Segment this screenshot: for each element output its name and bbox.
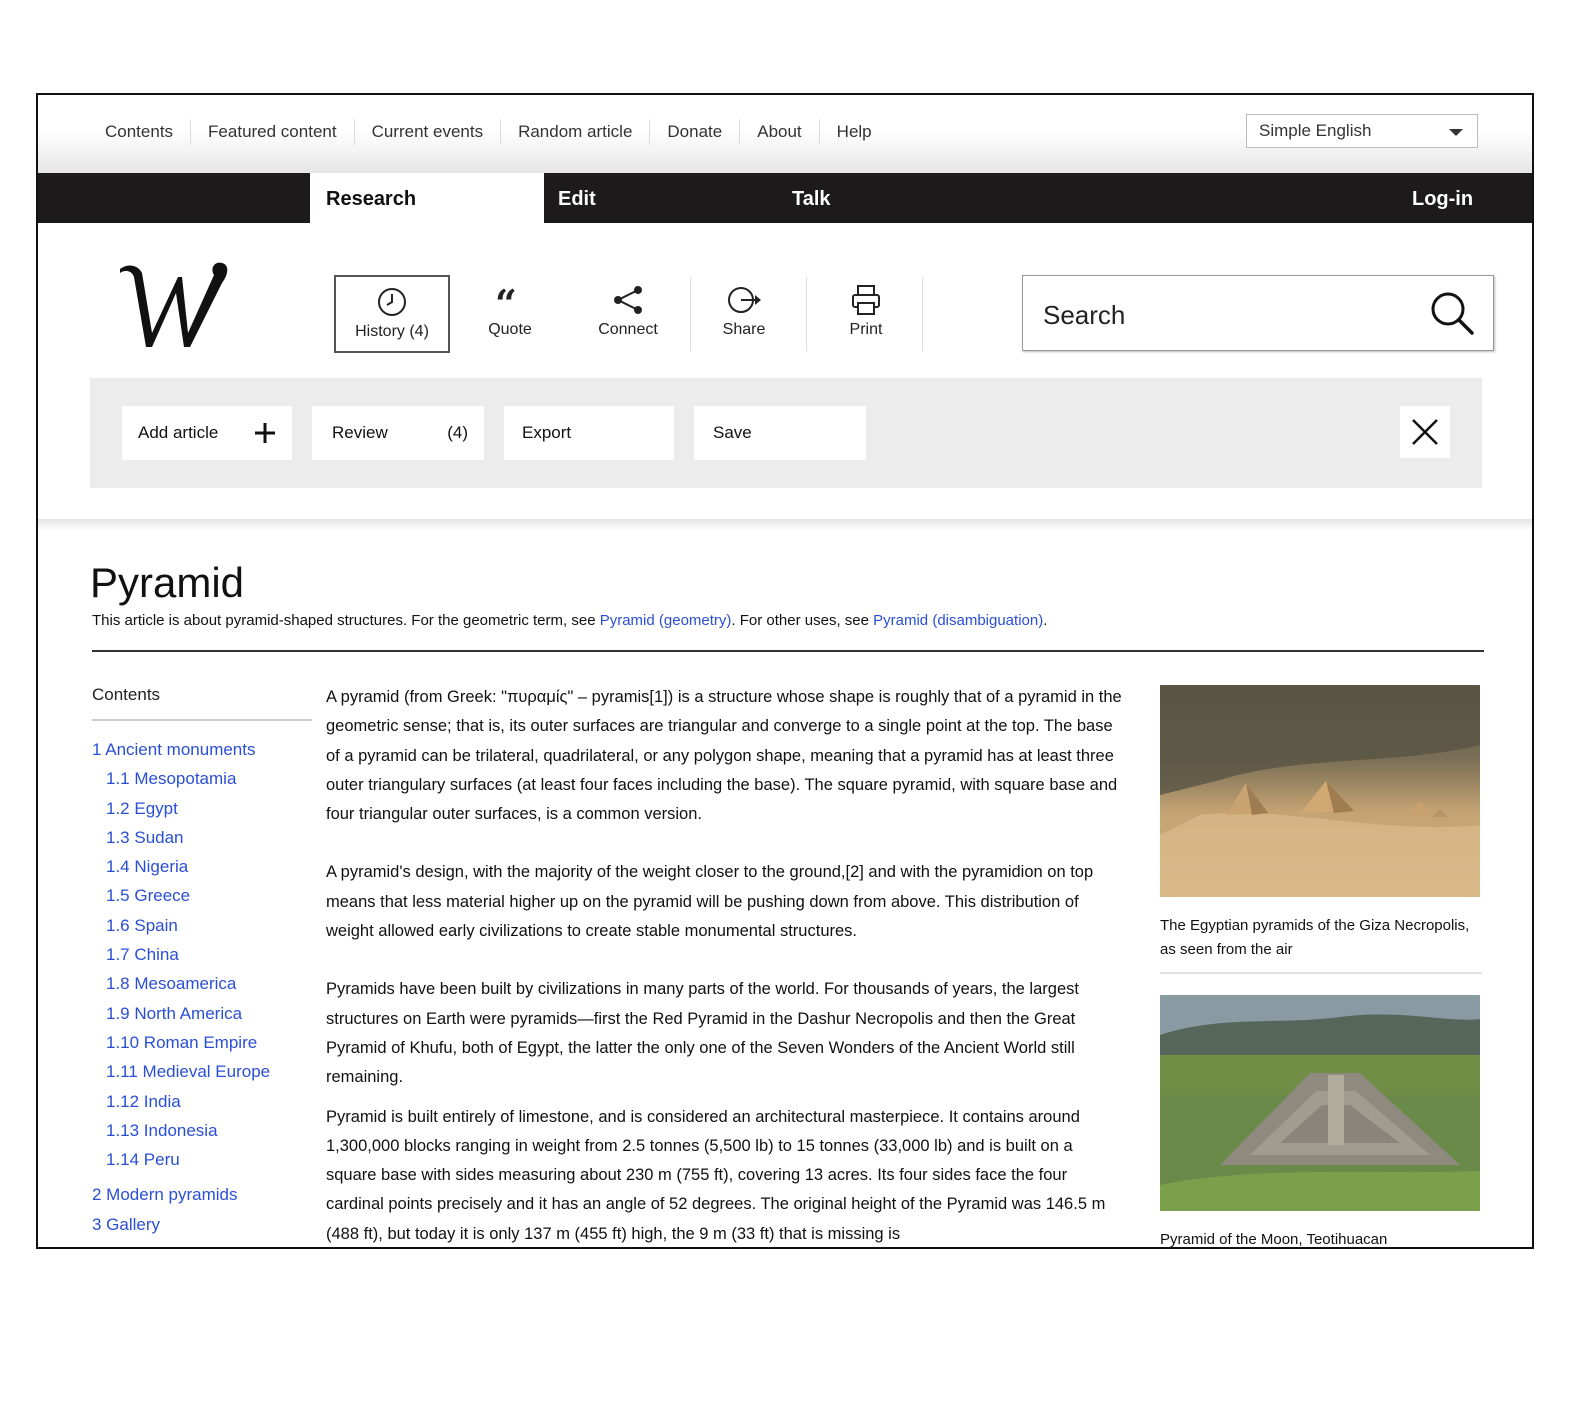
share-label: Share: [722, 321, 766, 338]
add-article-label: Add article: [138, 423, 219, 442]
toc-item[interactable]: 1.6 Spain: [92, 911, 312, 940]
article-paragraph: A pyramid (from Greek: "πυραμίς" – pyram…: [326, 688, 1122, 824]
language-select-value: Simple English: [1259, 121, 1372, 140]
top-link-current-events[interactable]: Current events: [353, 119, 501, 145]
top-link-bar: Contents Featured content Current events…: [38, 95, 1532, 173]
review-button[interactable]: Review (4): [312, 406, 484, 460]
export-button[interactable]: Export: [504, 406, 674, 460]
svg-text:“: “: [495, 283, 517, 317]
toc-item[interactable]: 1.9 North America: [92, 999, 312, 1028]
hatnote: This article is about pyramid-shaped str…: [92, 612, 1047, 629]
article-paragraph: A pyramid's design, with the majority of…: [326, 863, 1094, 941]
close-button[interactable]: [1400, 406, 1450, 458]
chevron-down-icon: [1449, 129, 1463, 136]
figure-caption: The Egyptian pyramids of the Giza Necrop…: [1160, 917, 1470, 958]
toc-item[interactable]: 1.12 India: [92, 1087, 312, 1116]
article-paragraph: Pyramid is built entirely of limestone, …: [326, 1107, 1106, 1243]
print-button[interactable]: Print: [808, 275, 924, 353]
toc-item[interactable]: 1.5 Greece: [92, 881, 312, 910]
header-divider: [38, 519, 1532, 531]
toc-item[interactable]: 1.13 Indonesia: [92, 1116, 312, 1145]
search-box: [1022, 275, 1494, 351]
top-links: Contents Featured content Current events…: [88, 119, 889, 145]
printer-icon: [852, 285, 880, 315]
article-paragraph: Pyramids have been built by civilization…: [326, 980, 1079, 1087]
toolbar-divider: [806, 277, 807, 351]
hatnote-text: This article is about pyramid-shaped str…: [92, 612, 600, 629]
tab-research[interactable]: Research: [310, 173, 544, 223]
close-icon: [1412, 419, 1438, 445]
review-label: Review: [332, 423, 388, 442]
toolbar-divider: [922, 277, 923, 351]
toc-item[interactable]: 1.11 Medieval Europe: [92, 1057, 312, 1086]
toc-item[interactable]: 1.7 China: [92, 940, 312, 969]
title-rule: [92, 650, 1484, 652]
connect-label: Connect: [598, 321, 658, 338]
tab-edit[interactable]: Edit: [558, 173, 596, 223]
tab-talk[interactable]: Talk: [792, 173, 831, 223]
toc-item[interactable]: 1.14 Peru: [92, 1145, 312, 1174]
main-nav: Research Edit Talk Log-in: [38, 173, 1532, 223]
save-label: Save: [713, 423, 752, 442]
action-panel: Add article Review (4) Export Save: [90, 378, 1482, 488]
search-icon[interactable]: [1429, 290, 1475, 336]
wiki-logo[interactable]: [118, 255, 238, 355]
toc-item[interactable]: 2 Modern pyramids: [92, 1180, 312, 1209]
pyramid-of-the-moon-image[interactable]: [1160, 995, 1480, 1211]
share-icon: [728, 287, 761, 313]
figure-caption: Pyramid of the Moon, Teotihuacan: [1160, 1231, 1388, 1248]
toc-title: Contents: [92, 685, 312, 721]
quote-icon: “: [495, 283, 517, 317]
connect-button[interactable]: Connect: [570, 275, 686, 353]
link-pyramid-geometry[interactable]: Pyramid (geometry): [600, 612, 732, 629]
export-label: Export: [522, 423, 572, 442]
review-count: (4): [447, 423, 468, 442]
toc-item[interactable]: 1.10 Roman Empire: [92, 1028, 312, 1057]
top-link-contents[interactable]: Contents: [88, 119, 190, 145]
clock-icon: [378, 288, 406, 316]
language-select[interactable]: Simple English: [1246, 114, 1478, 148]
toc-item[interactable]: 1.1 Mesopotamia: [92, 764, 312, 793]
quote-button[interactable]: “ Quote: [452, 275, 568, 353]
figure-divider: [1160, 972, 1482, 974]
top-link-help[interactable]: Help: [818, 119, 889, 145]
top-link-featured-content[interactable]: Featured content: [190, 119, 354, 145]
add-article-button[interactable]: Add article: [122, 406, 292, 460]
browser-frame: Contents Featured content Current events…: [36, 93, 1534, 1249]
history-button[interactable]: History (4): [334, 275, 450, 353]
article-body: A pyramid (from Greek: "πυραμίς" – pyram…: [326, 683, 1126, 1247]
hatnote-text: . For other uses, see: [731, 612, 874, 629]
toc-item[interactable]: 1 Ancient monuments: [92, 735, 312, 764]
figure-giza: The Egyptian pyramids of the Giza Necrop…: [1160, 685, 1482, 974]
login-link[interactable]: Log-in: [1412, 173, 1473, 223]
share-button[interactable]: Share: [686, 275, 802, 353]
giza-pyramids-image[interactable]: [1160, 685, 1480, 897]
save-button[interactable]: Save: [694, 406, 866, 460]
figure-teotihuacan: Pyramid of the Moon, Teotihuacan: [1160, 995, 1480, 1248]
toc-item[interactable]: 1.2 Egypt: [92, 794, 312, 823]
plus-icon: [255, 423, 275, 443]
connect-icon: [614, 286, 642, 314]
toc-item[interactable]: 1.4 Nigeria: [92, 852, 312, 881]
history-label: History (4): [355, 323, 429, 340]
toc-item[interactable]: 3 Gallery: [92, 1210, 312, 1239]
print-label: Print: [849, 321, 883, 338]
page-title: Pyramid: [90, 559, 245, 606]
top-link-about[interactable]: About: [739, 119, 818, 145]
search-input[interactable]: [1041, 294, 1415, 336]
top-link-donate[interactable]: Donate: [649, 119, 739, 145]
toc-item[interactable]: 1.3 Sudan: [92, 823, 312, 852]
table-of-contents: Contents 1 Ancient monuments 1.1 Mesopot…: [92, 685, 312, 1239]
toc-item[interactable]: 1.8 Mesoamerica: [92, 969, 312, 998]
quote-label: Quote: [488, 321, 532, 338]
hatnote-text: .: [1043, 612, 1048, 629]
link-pyramid-disambiguation[interactable]: Pyramid (disambiguation): [873, 612, 1043, 629]
top-link-random-article[interactable]: Random article: [500, 119, 649, 145]
